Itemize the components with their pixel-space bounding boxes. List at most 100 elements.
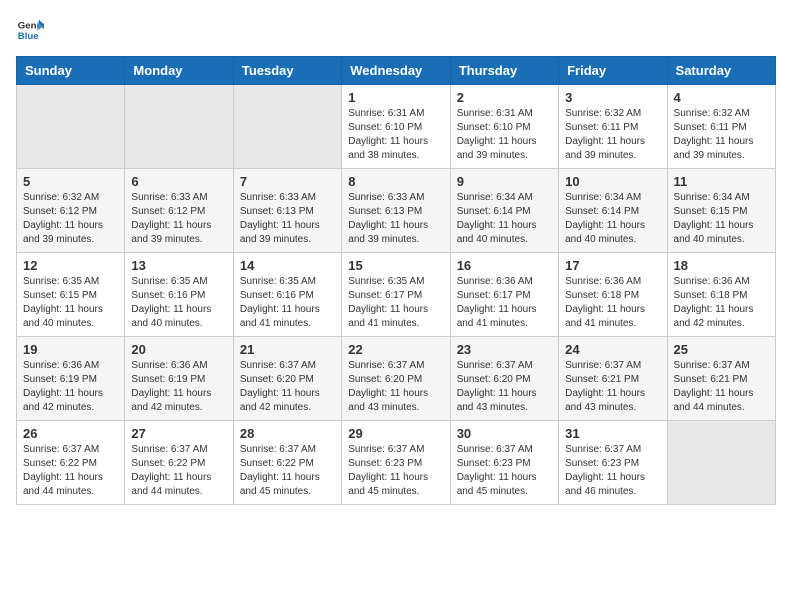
calendar-cell: 16 Sunrise: 6:36 AM Sunset: 6:17 PM Dayli… xyxy=(450,253,558,337)
weekday-header-row: Sunday Monday Tuesday Wednesday Thursday… xyxy=(17,57,776,85)
calendar-cell xyxy=(233,85,341,169)
svg-text:Blue: Blue xyxy=(18,31,39,42)
calendar-cell: 8 Sunrise: 6:33 AM Sunset: 6:13 PM Daylig… xyxy=(342,169,450,253)
day-info: Sunrise: 6:36 AM Sunset: 6:19 PM Dayligh… xyxy=(23,359,118,415)
calendar-cell: 25 Sunrise: 6:37 AM Sunset: 6:21 PM Dayli… xyxy=(667,337,775,421)
day-info: Sunrise: 6:32 AM Sunset: 6:11 PM Dayligh… xyxy=(565,107,660,163)
day-number: 14 xyxy=(240,258,335,273)
header-tuesday: Tuesday xyxy=(233,57,341,85)
day-number: 4 xyxy=(674,90,769,105)
day-info: Sunrise: 6:37 AM Sunset: 6:23 PM Dayligh… xyxy=(457,443,552,499)
calendar-cell: 26Sunrise: 6:37 AM Sunset: 6:22 PM Dayli… xyxy=(17,421,125,505)
day-info: Sunrise: 6:37 AM Sunset: 6:20 PM Dayligh… xyxy=(457,359,552,415)
day-number: 22 xyxy=(348,342,443,357)
calendar-cell: 14 Sunrise: 6:35 AM Sunset: 6:16 PM Dayli… xyxy=(233,253,341,337)
day-number: 16 xyxy=(457,258,552,273)
calendar-cell: 31Sunrise: 6:37 AM Sunset: 6:23 PM Dayli… xyxy=(559,421,667,505)
calendar-cell: 6 Sunrise: 6:33 AM Sunset: 6:12 PM Daylig… xyxy=(125,169,233,253)
calendar-cell xyxy=(667,421,775,505)
logo: General Blue xyxy=(16,16,44,44)
day-number: 3 xyxy=(565,90,660,105)
day-number: 1 xyxy=(348,90,443,105)
day-info: Sunrise: 6:36 AM Sunset: 6:18 PM Dayligh… xyxy=(565,275,660,331)
day-number: 30 xyxy=(457,426,552,441)
header-saturday: Saturday xyxy=(667,57,775,85)
day-number: 24 xyxy=(565,342,660,357)
header-monday: Monday xyxy=(125,57,233,85)
day-info: Sunrise: 6:35 AM Sunset: 6:17 PM Dayligh… xyxy=(348,275,443,331)
day-number: 8 xyxy=(348,174,443,189)
calendar-cell: 3 Sunrise: 6:32 AM Sunset: 6:11 PM Daylig… xyxy=(559,85,667,169)
calendar-cell: 1 Sunrise: 6:31 AM Sunset: 6:10 PM Daylig… xyxy=(342,85,450,169)
calendar-cell: 15 Sunrise: 6:35 AM Sunset: 6:17 PM Dayli… xyxy=(342,253,450,337)
header-thursday: Thursday xyxy=(450,57,558,85)
day-info: Sunrise: 6:33 AM Sunset: 6:13 PM Dayligh… xyxy=(348,191,443,247)
calendar-cell: 19 Sunrise: 6:36 AM Sunset: 6:19 PM Dayli… xyxy=(17,337,125,421)
day-info: Sunrise: 6:35 AM Sunset: 6:16 PM Dayligh… xyxy=(240,275,335,331)
day-info: Sunrise: 6:33 AM Sunset: 6:12 PM Dayligh… xyxy=(131,191,226,247)
day-number: 18 xyxy=(674,258,769,273)
day-number: 10 xyxy=(565,174,660,189)
day-number: 17 xyxy=(565,258,660,273)
calendar-week-3: 12Sunrise: 6:35 AM Sunset: 6:15 PM Dayli… xyxy=(17,253,776,337)
day-number: 2 xyxy=(457,90,552,105)
day-info: Sunrise: 6:32 AM Sunset: 6:11 PM Dayligh… xyxy=(674,107,769,163)
day-number: 13 xyxy=(131,258,226,273)
page-header: General Blue xyxy=(16,16,776,44)
day-number: 25 xyxy=(674,342,769,357)
day-info: Sunrise: 6:35 AM Sunset: 6:16 PM Dayligh… xyxy=(131,275,226,331)
calendar-cell: 18 Sunrise: 6:36 AM Sunset: 6:18 PM Dayli… xyxy=(667,253,775,337)
day-info: Sunrise: 6:33 AM Sunset: 6:13 PM Dayligh… xyxy=(240,191,335,247)
day-info: Sunrise: 6:36 AM Sunset: 6:18 PM Dayligh… xyxy=(674,275,769,331)
calendar-cell: 29 Sunrise: 6:37 AM Sunset: 6:23 PM Dayli… xyxy=(342,421,450,505)
calendar-cell: 5Sunrise: 6:32 AM Sunset: 6:12 PM Daylig… xyxy=(17,169,125,253)
day-info: Sunrise: 6:37 AM Sunset: 6:21 PM Dayligh… xyxy=(565,359,660,415)
calendar-cell: 11 Sunrise: 6:34 AM Sunset: 6:15 PM Dayli… xyxy=(667,169,775,253)
calendar-cell xyxy=(17,85,125,169)
day-number: 20 xyxy=(131,342,226,357)
calendar-cell: 23 Sunrise: 6:37 AM Sunset: 6:20 PM Dayli… xyxy=(450,337,558,421)
calendar-cell: 20 Sunrise: 6:36 AM Sunset: 6:19 PM Dayli… xyxy=(125,337,233,421)
day-number: 23 xyxy=(457,342,552,357)
calendar-cell: 4 Sunrise: 6:32 AM Sunset: 6:11 PM Daylig… xyxy=(667,85,775,169)
day-info: Sunrise: 6:37 AM Sunset: 6:21 PM Dayligh… xyxy=(674,359,769,415)
calendar-cell: 28 Sunrise: 6:37 AM Sunset: 6:22 PM Dayli… xyxy=(233,421,341,505)
day-info: Sunrise: 6:37 AM Sunset: 6:23 PM Dayligh… xyxy=(565,443,660,499)
calendar-cell: 30 Sunrise: 6:37 AM Sunset: 6:23 PM Dayli… xyxy=(450,421,558,505)
calendar-week-1: 1 Sunrise: 6:31 AM Sunset: 6:10 PM Daylig… xyxy=(17,85,776,169)
day-number: 28 xyxy=(240,426,335,441)
calendar-cell: 22Sunrise: 6:37 AM Sunset: 6:20 PM Dayli… xyxy=(342,337,450,421)
calendar-cell: 27 Sunrise: 6:37 AM Sunset: 6:22 PM Dayli… xyxy=(125,421,233,505)
day-number: 19 xyxy=(23,342,118,357)
day-info: Sunrise: 6:31 AM Sunset: 6:10 PM Dayligh… xyxy=(348,107,443,163)
day-number: 15 xyxy=(348,258,443,273)
day-info: Sunrise: 6:36 AM Sunset: 6:17 PM Dayligh… xyxy=(457,275,552,331)
day-info: Sunrise: 6:37 AM Sunset: 6:22 PM Dayligh… xyxy=(131,443,226,499)
calendar-cell: 17 Sunrise: 6:36 AM Sunset: 6:18 PM Dayli… xyxy=(559,253,667,337)
day-info: Sunrise: 6:37 AM Sunset: 6:23 PM Dayligh… xyxy=(348,443,443,499)
calendar-table: Sunday Monday Tuesday Wednesday Thursday… xyxy=(16,56,776,505)
day-number: 27 xyxy=(131,426,226,441)
calendar-cell xyxy=(125,85,233,169)
day-number: 9 xyxy=(457,174,552,189)
logo-icon: General Blue xyxy=(16,16,44,44)
day-info: Sunrise: 6:36 AM Sunset: 6:19 PM Dayligh… xyxy=(131,359,226,415)
calendar-week-4: 19 Sunrise: 6:36 AM Sunset: 6:19 PM Dayli… xyxy=(17,337,776,421)
day-info: Sunrise: 6:34 AM Sunset: 6:14 PM Dayligh… xyxy=(565,191,660,247)
day-number: 11 xyxy=(674,174,769,189)
day-number: 6 xyxy=(131,174,226,189)
day-number: 12 xyxy=(23,258,118,273)
calendar-cell: 12Sunrise: 6:35 AM Sunset: 6:15 PM Dayli… xyxy=(17,253,125,337)
header-friday: Friday xyxy=(559,57,667,85)
day-info: Sunrise: 6:37 AM Sunset: 6:20 PM Dayligh… xyxy=(240,359,335,415)
header-sunday: Sunday xyxy=(17,57,125,85)
calendar-cell: 10 Sunrise: 6:34 AM Sunset: 6:14 PM Dayli… xyxy=(559,169,667,253)
day-info: Sunrise: 6:34 AM Sunset: 6:15 PM Dayligh… xyxy=(674,191,769,247)
calendar-cell: 13 Sunrise: 6:35 AM Sunset: 6:16 PM Dayli… xyxy=(125,253,233,337)
day-number: 29 xyxy=(348,426,443,441)
calendar-cell: 2Sunrise: 6:31 AM Sunset: 6:10 PM Daylig… xyxy=(450,85,558,169)
calendar-week-2: 5Sunrise: 6:32 AM Sunset: 6:12 PM Daylig… xyxy=(17,169,776,253)
calendar-cell: 9Sunrise: 6:34 AM Sunset: 6:14 PM Daylig… xyxy=(450,169,558,253)
calendar-cell: 7Sunrise: 6:33 AM Sunset: 6:13 PM Daylig… xyxy=(233,169,341,253)
day-info: Sunrise: 6:37 AM Sunset: 6:22 PM Dayligh… xyxy=(240,443,335,499)
